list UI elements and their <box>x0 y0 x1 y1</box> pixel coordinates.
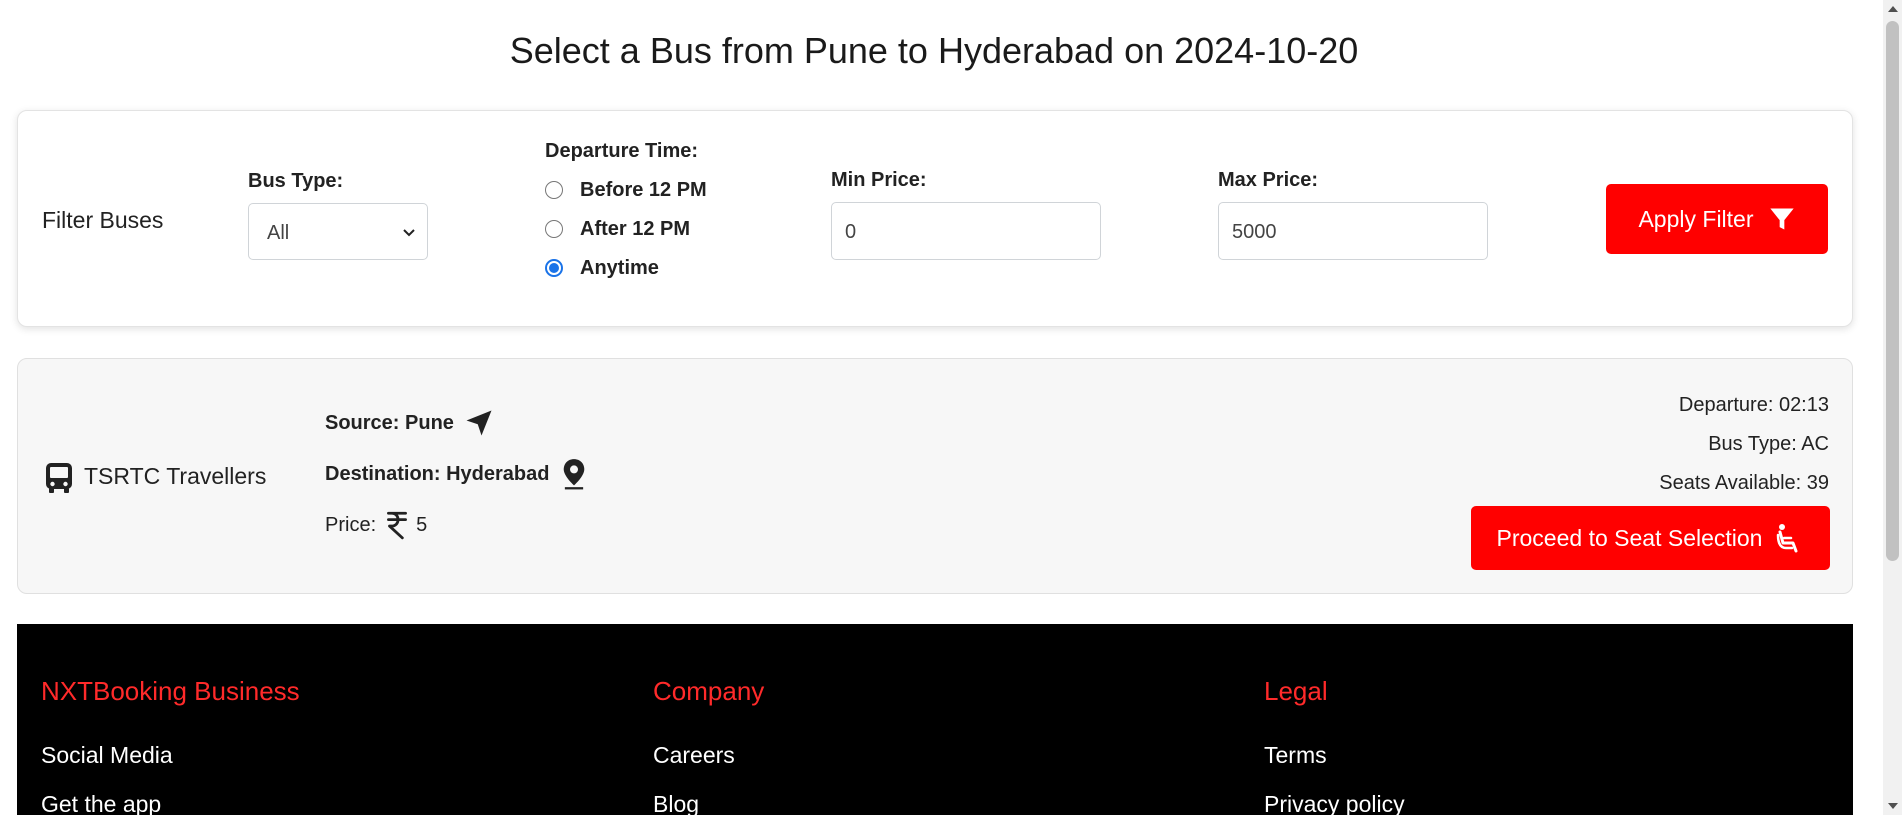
price-label: Price: <box>325 513 377 536</box>
seat-icon <box>1777 524 1798 553</box>
departure-time: Departure: 02:13 <box>1678 394 1829 416</box>
bus-type-select[interactable]: All <box>248 203 428 260</box>
footer-link-privacy-policy[interactable]: Privacy policy <box>1264 791 1405 815</box>
min-price-input[interactable]: 0 <box>831 202 1101 260</box>
bus-type: Bus Type: AC <box>1708 433 1829 455</box>
filter-heading: Filter Buses <box>42 207 164 233</box>
footer-heading: Legal <box>1264 676 1328 706</box>
apply-filter-label: Apply Filter <box>1638 205 1754 232</box>
footer-heading: Company <box>653 676 765 706</box>
proceed-button-label: Proceed to Seat Selection <box>1496 524 1763 551</box>
filter-icon <box>1769 208 1794 230</box>
radio-label: Before 12 PM <box>580 178 707 201</box>
footer-link-blog[interactable]: Blog <box>653 791 699 815</box>
max-price-value: 5000 <box>1232 221 1277 243</box>
footer-link-careers[interactable]: Careers <box>653 742 735 769</box>
bus-icon <box>46 463 72 493</box>
footer-link-social-media[interactable]: Social Media <box>41 742 173 769</box>
vertical-scrollbar[interactable] <box>1883 0 1902 815</box>
min-price-label: Min Price: <box>831 169 927 191</box>
footer-link-get-the-app[interactable]: Get the app <box>41 791 161 815</box>
min-price-value: 0 <box>845 221 857 243</box>
proceed-to-seat-selection-button[interactable]: Proceed to Seat Selection <box>1471 506 1830 570</box>
navigation-arrow-icon <box>466 410 492 436</box>
radio-button[interactable] <box>545 220 563 238</box>
bus-source: Source: Pune <box>325 408 494 438</box>
scroll-down-arrow-icon[interactable] <box>1888 803 1898 809</box>
filter-panel: Filter Buses Bus Type: All Departure Tim… <box>17 110 1853 327</box>
destination-text: Destination: Hyderabad <box>325 462 550 485</box>
max-price-input[interactable]: 5000 <box>1218 202 1488 260</box>
map-pin-icon <box>564 459 585 490</box>
radio-anytime[interactable]: Anytime <box>545 254 659 282</box>
bus-destination: Destination: Hyderabad <box>325 458 589 490</box>
chevron-down-icon <box>403 229 415 237</box>
scroll-up-arrow-icon[interactable] <box>1888 6 1898 12</box>
source-text: Source: Pune <box>325 411 454 434</box>
bus-price: Price: 5 <box>325 510 427 540</box>
footer: NXTBooking Business Social Media Get the… <box>17 624 1853 815</box>
bus-type-label: Bus Type: <box>248 170 344 192</box>
rupee-icon <box>387 511 408 540</box>
radio-label: After 12 PM <box>580 217 691 240</box>
radio-button[interactable] <box>545 181 563 199</box>
scrollbar-thumb[interactable] <box>1886 21 1899 561</box>
footer-link-terms[interactable]: Terms <box>1264 742 1327 769</box>
radio-button[interactable] <box>545 259 563 277</box>
max-price-label: Max Price: <box>1218 169 1319 191</box>
footer-heading: NXTBooking Business <box>41 676 300 706</box>
bus-operator-name: TSRTC Travellers <box>84 463 267 489</box>
price-value: 5 <box>416 513 428 536</box>
bus-type-selected: All <box>267 222 290 244</box>
radio-after-12pm[interactable]: After 12 PM <box>545 215 690 243</box>
page-title: Select a Bus from Pune to Hyderabad on 2… <box>509 30 1359 71</box>
radio-before-12pm[interactable]: Before 12 PM <box>545 176 707 204</box>
departure-time-label: Departure Time: <box>545 140 699 162</box>
radio-label: Anytime <box>580 256 659 279</box>
bus-card: TSRTC Travellers Source: Pune Destinatio… <box>17 358 1853 594</box>
apply-filter-button[interactable]: Apply Filter <box>1606 184 1828 254</box>
seats-available: Seats Available: 39 <box>1659 472 1829 494</box>
